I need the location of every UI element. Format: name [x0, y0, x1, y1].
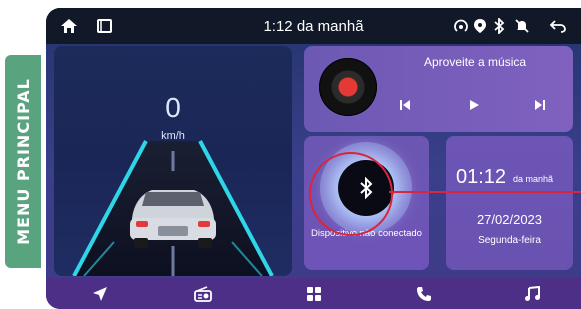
- play-icon[interactable]: [468, 99, 480, 114]
- radio-icon[interactable]: [193, 285, 213, 303]
- clock-time: 01:12: [456, 166, 507, 188]
- side-label: MENU PRINCIPAL: [5, 55, 41, 268]
- clock-date: 27/02/2023: [476, 212, 543, 227]
- vinyl-record-icon: [319, 58, 377, 116]
- hotspot-icon: [451, 16, 471, 36]
- bottom-nav: [46, 278, 581, 309]
- back-icon[interactable]: [548, 16, 568, 36]
- music-tile[interactable]: Aproveite a música: [304, 46, 573, 132]
- highlight-pointer-line: [389, 191, 581, 193]
- clock-day: Segunda-feira: [478, 235, 541, 246]
- car-icon: [130, 190, 216, 248]
- mute-icon: [512, 16, 532, 36]
- highlight-circle: [309, 152, 393, 236]
- status-bar: 1:12 da manhã: [46, 8, 581, 44]
- head-unit-screen: 1:12 da manhã 0 km/h Aproveite a música …: [46, 8, 581, 309]
- previous-track-icon[interactable]: [399, 99, 411, 114]
- phone-icon[interactable]: [414, 285, 434, 303]
- bluetooth-icon: [489, 16, 509, 36]
- side-label-text: MENU PRINCIPAL: [13, 78, 33, 245]
- clock-tile: 01:12 da manhã 27/02/2023 Segunda-feira: [446, 136, 573, 270]
- music-title: Aproveite a música: [424, 55, 527, 69]
- speed-unit: km/h: [161, 130, 185, 142]
- location-icon: [470, 16, 490, 36]
- music-icon[interactable]: [522, 285, 542, 303]
- apps-grid-icon[interactable]: [304, 285, 324, 303]
- speed-value: 0: [165, 92, 181, 123]
- navigation-icon[interactable]: [90, 285, 110, 303]
- road-graphic: [72, 140, 274, 276]
- clock-suffix: da manhã: [513, 174, 554, 184]
- speedometer-tile: 0 km/h: [54, 46, 292, 276]
- next-track-icon[interactable]: [534, 99, 546, 114]
